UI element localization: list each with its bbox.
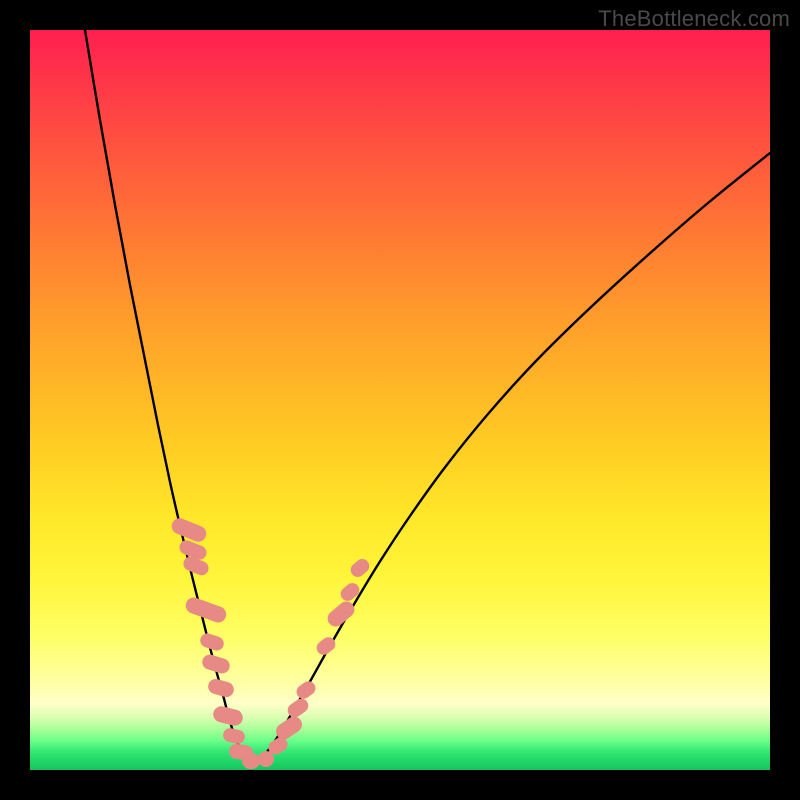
data-marker bbox=[338, 580, 362, 604]
watermark-text: TheBottleneck.com bbox=[598, 6, 790, 32]
data-marker bbox=[212, 705, 245, 728]
data-marker bbox=[169, 516, 208, 544]
data-marker bbox=[222, 727, 246, 745]
plot-area bbox=[30, 30, 770, 770]
curve-layer bbox=[30, 30, 770, 770]
chart-frame: TheBottleneck.com bbox=[0, 0, 800, 800]
data-marker bbox=[294, 678, 318, 701]
bottleneck-curve bbox=[260, 153, 770, 761]
data-marker bbox=[348, 556, 372, 580]
data-marker bbox=[206, 677, 235, 699]
data-marker bbox=[242, 753, 260, 769]
data-marker bbox=[198, 632, 225, 653]
bottleneck-curve bbox=[85, 30, 248, 760]
data-marker bbox=[184, 595, 229, 624]
